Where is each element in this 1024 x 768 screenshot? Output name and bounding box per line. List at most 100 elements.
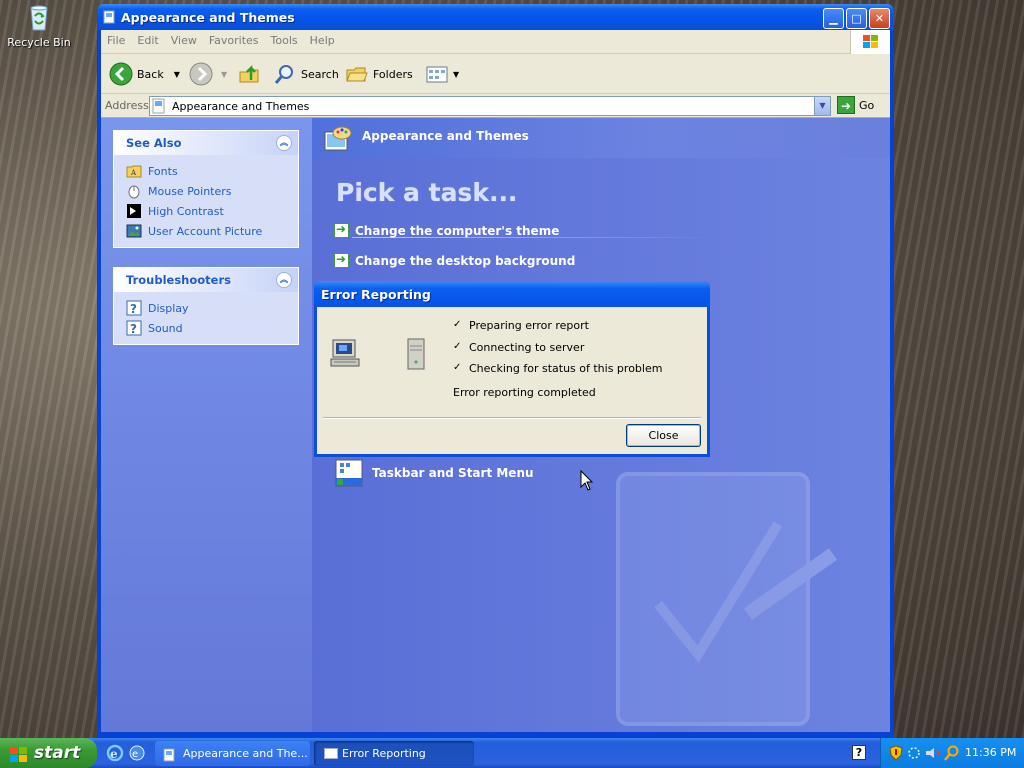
help-icon[interactable]: ? (852, 745, 866, 760)
go-button[interactable]: ➜ Go (837, 96, 874, 114)
see-also-user-account-picture[interactable]: User Account Picture (126, 221, 286, 241)
step-connecting: ✓ Connecting to server (453, 341, 585, 354)
search-button[interactable]: Search (273, 62, 339, 86)
category-title: Appearance and Themes (362, 129, 529, 143)
start-label: start (34, 743, 81, 763)
close-button[interactable]: Close (626, 424, 701, 447)
checkmark-icon: ✓ (453, 319, 462, 330)
taskbar-button-error-reporting[interactable]: Error Reporting (314, 741, 474, 766)
server-icon (405, 338, 427, 373)
error-reporting-dialog: Error Reporting ✓ Preparing error report… (314, 281, 710, 457)
views-dropdown-icon[interactable]: ▼ (453, 70, 459, 79)
taskbar-start-menu-item[interactable]: Taskbar and Start Menu (334, 458, 534, 488)
troubleshooter-display[interactable]: ? Display (126, 298, 286, 318)
control-panel-icon (103, 10, 117, 24)
see-also-fonts[interactable]: A Fonts (126, 161, 286, 181)
recycle-bin-desktop-icon[interactable]: Recycle Bin (6, 2, 72, 49)
svg-text:e: e (132, 749, 138, 760)
pick-a-task-heading: Pick a task... (336, 178, 518, 207)
menu-file[interactable]: File (101, 30, 131, 52)
troubleshooters-header[interactable]: Troubleshooters ︽ (114, 268, 298, 292)
see-also-mouse-pointers[interactable]: Mouse Pointers (126, 181, 286, 201)
see-also-high-contrast[interactable]: High Contrast (126, 201, 286, 221)
troubleshooter-sound[interactable]: ? Sound (126, 318, 286, 338)
left-task-pane: See Also ︽ A Fonts Mouse Pointers High C… (101, 118, 312, 732)
minimize-button[interactable]: ▁ (823, 8, 844, 29)
folders-label: Folders (373, 67, 413, 81)
views-button[interactable]: ▼ (425, 62, 459, 86)
help-question-icon: ? (126, 300, 142, 316)
mouse-cursor-icon (580, 469, 594, 495)
checklist-watermark-icon (608, 454, 838, 734)
go-label: Go (859, 98, 875, 112)
dialog-titlebar[interactable]: Error Reporting (314, 281, 710, 307)
search-tray-icon[interactable] (944, 745, 960, 764)
clock[interactable]: 11:36 PM (965, 746, 1016, 759)
up-folder-button[interactable] (237, 62, 261, 86)
menu-edit[interactable]: Edit (131, 30, 164, 52)
address-dropdown-icon[interactable]: ▼ (814, 97, 830, 115)
dialog-title: Error Reporting (321, 287, 431, 302)
task-arrow-icon (334, 252, 349, 268)
up-folder-icon (239, 64, 259, 83)
forward-arrow-icon (189, 62, 213, 86)
quicklaunch-icon[interactable]: e (128, 744, 146, 762)
network-icon[interactable] (907, 746, 921, 763)
dialog-body: ✓ Preparing error report ✓ Connecting to… (317, 307, 707, 454)
forward-button[interactable]: ▼ (189, 62, 227, 86)
close-window-button[interactable]: ✕ (869, 8, 890, 29)
control-panel-icon (163, 746, 177, 766)
troubleshooters-title: Troubleshooters (126, 273, 231, 287)
checkmark-icon: ✓ (453, 362, 462, 373)
taskbar-button-appearance[interactable]: Appearance and The... (155, 741, 310, 766)
menu-tools[interactable]: Tools (265, 30, 304, 52)
address-input[interactable]: Appearance and Themes ▼ (149, 96, 831, 116)
start-button[interactable]: start (0, 738, 97, 768)
security-shield-icon[interactable] (889, 745, 903, 764)
control-panel-icon (152, 98, 165, 114)
back-dropdown-icon[interactable]: ▼ (174, 70, 180, 79)
search-icon (274, 65, 293, 84)
dialog-separator (323, 417, 701, 419)
menu-view[interactable]: View (165, 30, 203, 52)
windows-logo-icon (850, 30, 890, 54)
task-divider (352, 237, 718, 238)
address-label: Address (105, 99, 149, 112)
back-button[interactable]: Back ▼ (109, 62, 180, 86)
back-label: Back (137, 67, 164, 81)
menu-favorites[interactable]: Favorites (203, 30, 265, 52)
collapse-chevron-icon[interactable]: ︽ (276, 135, 292, 151)
recycle-bin-label: Recycle Bin (7, 36, 71, 49)
ie-quicklaunch-icon[interactable]: e (106, 744, 124, 762)
taskbar: start e e Appearance and The... Error Re… (0, 738, 1024, 768)
taskbar-start-menu-icon (335, 459, 363, 487)
see-also-header[interactable]: See Also ︽ (114, 131, 298, 155)
go-arrow-icon: ➜ (837, 96, 855, 114)
collapse-chevron-icon[interactable]: ︽ (276, 272, 292, 288)
step-checking: ✓ Checking for status of this problem (453, 362, 663, 375)
see-also-box: See Also ︽ A Fonts Mouse Pointers High C… (113, 130, 299, 248)
fonts-folder-icon: A (126, 163, 142, 179)
window-titlebar[interactable]: Appearance and Themes ▁ □ ✕ (97, 4, 894, 30)
menu-help[interactable]: Help (304, 30, 341, 52)
help-question-icon: ? (126, 320, 142, 336)
system-tray: 11:36 PM (880, 738, 1024, 768)
maximize-button[interactable]: □ (846, 8, 867, 29)
high-contrast-icon (126, 203, 142, 219)
category-header: Appearance and Themes (312, 118, 890, 158)
computer-icon (329, 337, 361, 372)
svg-text:e: e (110, 747, 118, 761)
folders-button[interactable]: Folders (345, 62, 413, 86)
window-icon (324, 748, 338, 759)
mouse-icon (126, 183, 142, 199)
forward-dropdown-icon[interactable]: ▼ (221, 70, 227, 79)
task-change-theme[interactable]: Change the computer's theme (334, 222, 559, 238)
folders-icon (346, 67, 368, 82)
back-arrow-icon (109, 62, 133, 86)
step-preparing: ✓ Preparing error report (453, 319, 589, 332)
address-bar: Address Appearance and Themes ▼ ➜ Go (101, 94, 890, 118)
volume-icon[interactable] (925, 747, 942, 762)
svg-text:?: ? (130, 302, 137, 316)
task-change-background[interactable]: Change the desktop background (334, 252, 575, 268)
checkmark-icon: ✓ (453, 341, 462, 352)
